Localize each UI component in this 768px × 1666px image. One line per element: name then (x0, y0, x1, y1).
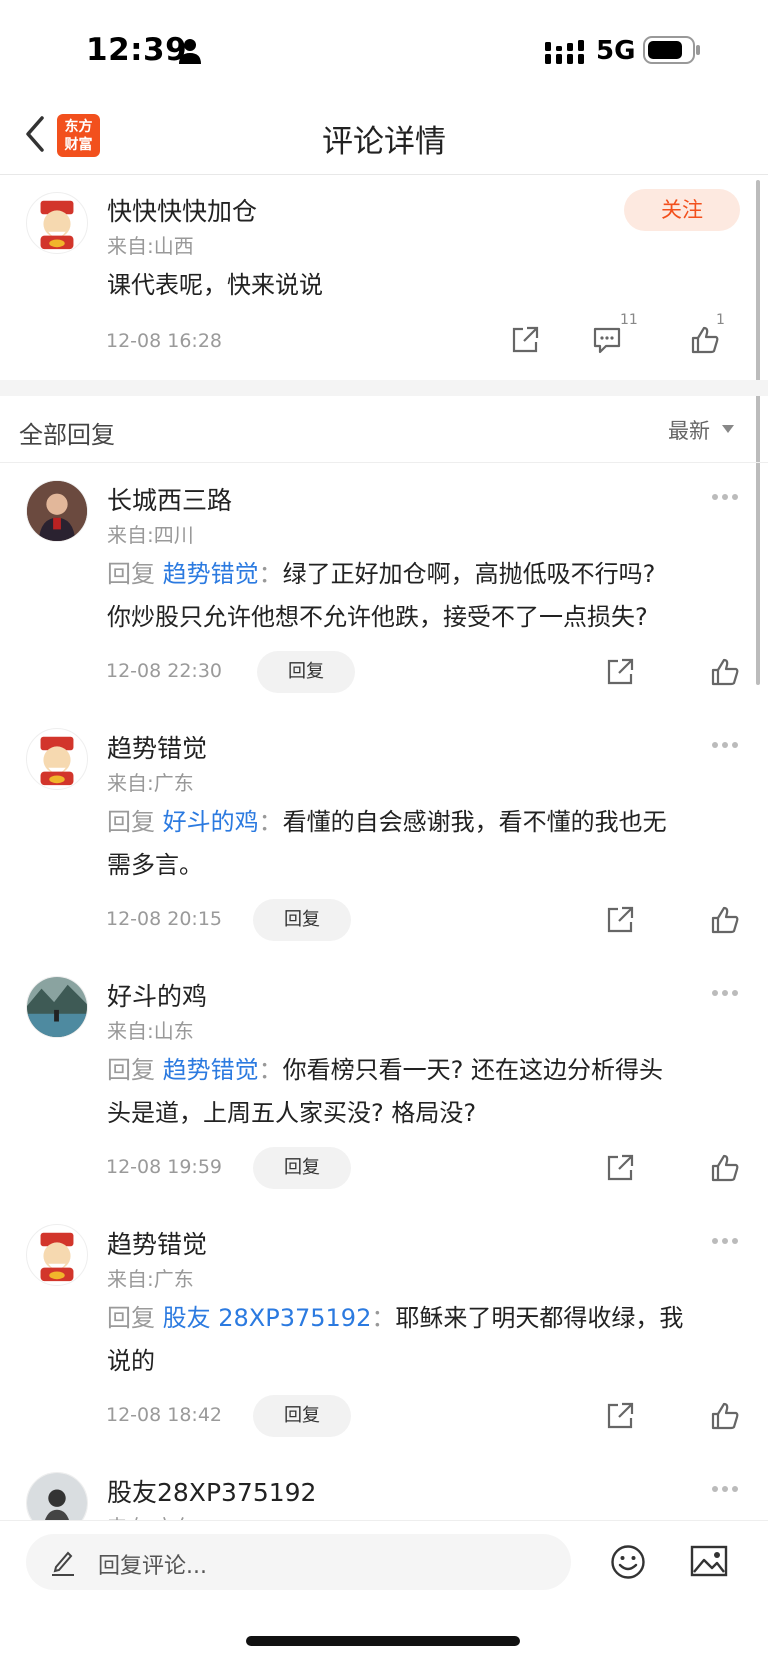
reply-text-line1: 看懂的自会感谢我，看不懂的我也无 (282, 808, 667, 836)
reply-text: 回复 趋势错觉：你看榜只看一天? 还在这边分析得头 头是道，上周五人家买没? 格… (107, 1049, 727, 1135)
network-label: 5G (596, 36, 636, 66)
reply-text: 回复 股友 28XP375192：耶稣来了明天都得收绿，我 说的 (107, 1297, 727, 1383)
reply-prefix: 回复 (107, 1056, 155, 1084)
reply-location: 来自:山东 (107, 1019, 194, 1043)
main-comment-location: 来自:山西 (107, 234, 194, 258)
more-icon[interactable] (711, 493, 739, 501)
image-icon[interactable] (690, 1545, 728, 1579)
reply-text: 回复 趋势错觉：绿了正好加仓啊，高抛低吸不行吗? 你炒股只允许他想不允许他跌，接… (107, 553, 727, 639)
share-icon[interactable] (605, 1153, 635, 1183)
reply-location: 来自:广东 (107, 771, 194, 795)
like-icon[interactable] (690, 325, 720, 355)
reply-prefix: 回复 (107, 1304, 155, 1332)
like-icon[interactable] (710, 657, 740, 687)
reply-text-line2: 说的 (107, 1347, 155, 1375)
person-icon (179, 39, 201, 64)
main-comment-username[interactable]: 快快快快加仓 (107, 192, 257, 228)
home-indicator[interactable] (246, 1636, 520, 1646)
reply-text-line2: 你炒股只允许他想不允许他跌，接受不了一点损失? (107, 603, 648, 631)
reply-button[interactable]: 回复 (257, 651, 355, 693)
scrollbar[interactable] (756, 180, 760, 685)
reply-colon: ： (258, 560, 283, 588)
avatar[interactable] (26, 976, 88, 1038)
main-comment-time: 12-08 16:28 (106, 330, 223, 352)
emoji-icon[interactable] (610, 1544, 646, 1580)
more-icon[interactable] (711, 741, 739, 749)
caishen-avatar-icon (40, 736, 74, 786)
landscape-avatar-icon (27, 977, 87, 1037)
section-divider (0, 380, 768, 396)
like-icon[interactable] (710, 905, 740, 935)
reply-prefix: 回复 (107, 560, 155, 588)
reply-to-link[interactable]: 趋势错觉 (163, 1056, 259, 1084)
signal-icon (545, 40, 584, 64)
share-icon[interactable] (510, 325, 540, 355)
reply-button[interactable]: 回复 (253, 1395, 351, 1437)
reply-text-line1: 你看榜只看一天? 还在这边分析得头 (282, 1056, 664, 1084)
reply-text: 回复 好斗的鸡：看懂的自会感谢我，看不懂的我也无 需多言。 (107, 801, 727, 887)
reply-username[interactable]: 好斗的鸡 (107, 977, 207, 1013)
avatar[interactable] (26, 480, 88, 542)
pencil-icon (52, 1551, 74, 1576)
list-divider (0, 462, 768, 463)
reply-button[interactable]: 回复 (253, 1147, 351, 1189)
avatar[interactable] (26, 1224, 88, 1286)
like-icon[interactable] (710, 1401, 740, 1431)
main-comment-text: 课代表呢，快来说说 (107, 271, 323, 299)
chevron-down-icon[interactable] (722, 425, 734, 433)
reply-time: 12-08 18:42 (106, 1404, 223, 1426)
reply-location: 来自:广东 (107, 1267, 194, 1291)
sort-dropdown[interactable]: 最新 (668, 415, 710, 445)
reply-button[interactable]: 回复 (253, 899, 351, 941)
like-count: 1 (716, 312, 725, 328)
comment-count: 11 (620, 312, 638, 328)
reply-to-link[interactable]: 趋势错觉 (163, 560, 259, 588)
comment-icon[interactable] (592, 325, 622, 355)
share-icon[interactable] (605, 1401, 635, 1431)
like-icon[interactable] (710, 1153, 740, 1183)
reply-username[interactable]: 趋势错觉 (107, 1225, 207, 1261)
reply-time: 12-08 22:30 (106, 660, 223, 682)
more-icon[interactable] (711, 989, 739, 997)
reply-username[interactable]: 长城西三路 (107, 481, 232, 517)
reply-time: 12-08 20:15 (106, 908, 223, 930)
reply-username[interactable]: 趋势错觉 (107, 729, 207, 765)
share-icon[interactable] (605, 905, 635, 935)
reply-location: 来自:四川 (107, 523, 194, 547)
nav-divider (0, 174, 768, 175)
reply-to-link[interactable]: 好斗的鸡 (163, 808, 259, 836)
reply-to-link[interactable]: 股友 28XP375192 (163, 1304, 372, 1332)
battery-icon (643, 36, 700, 64)
reply-colon: ： (258, 1056, 283, 1084)
status-time: 12:39 (86, 32, 188, 68)
reply-prefix: 回复 (107, 808, 155, 836)
reply-text-line2: 头是道，上周五人家买没? 格局没? (107, 1099, 477, 1127)
reply-text-line1: 耶稣来了明天都得收绿，我 (395, 1304, 684, 1332)
avatar[interactable] (26, 192, 88, 254)
person-photo-avatar-icon (27, 481, 87, 541)
all-replies-title: 全部回复 (19, 421, 115, 449)
reply-colon: ： (258, 808, 283, 836)
share-icon[interactable] (605, 657, 635, 687)
more-icon[interactable] (711, 1237, 739, 1245)
avatar[interactable] (26, 728, 88, 790)
reply-text-line2: 需多言。 (107, 851, 203, 879)
reply-text-line1: 绿了正好加仓啊，高抛低吸不行吗? (282, 560, 656, 588)
reply-colon: ： (371, 1304, 396, 1332)
page-title: 评论详情 (322, 124, 446, 160)
reply-username[interactable]: 股友28XP375192 (107, 1473, 316, 1509)
caishen-avatar-icon (40, 1232, 74, 1282)
follow-button[interactable]: 关注 (624, 189, 740, 231)
reply-input-placeholder: 回复评论... (98, 1554, 207, 1579)
more-icon[interactable] (711, 1485, 739, 1493)
reply-time: 12-08 19:59 (106, 1156, 223, 1178)
caishen-avatar-icon (40, 200, 74, 250)
